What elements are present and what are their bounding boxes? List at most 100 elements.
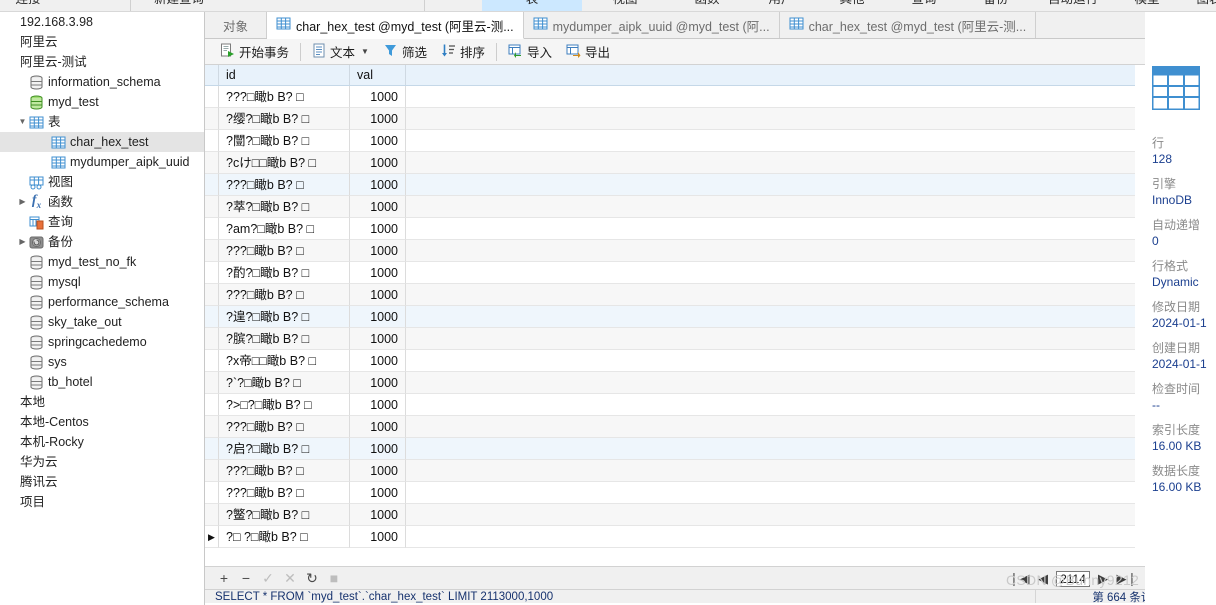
tab-3[interactable]: char_hex_test @myd_test (阿里云-测... — [779, 12, 1037, 38]
cell-val[interactable]: 1000 — [350, 460, 406, 482]
tree-item-performance_schema[interactable]: performance_schema — [0, 292, 204, 312]
tree-item-node24[interactable]: 项目 — [0, 492, 204, 512]
row-marker[interactable] — [205, 108, 219, 130]
tree-item-myd_test[interactable]: myd_test — [0, 92, 204, 112]
tree-item-node19[interactable]: 本地 — [0, 392, 204, 412]
table-row[interactable]: ???□瞰b B? □ 1000 — [205, 240, 1135, 262]
ribbon-item-7[interactable]: 查询 — [900, 0, 948, 11]
cell-id[interactable]: ???□瞰b B? □ — [219, 174, 350, 196]
table-row[interactable]: ?x帝□□瞰b B? □ 1000 — [205, 350, 1135, 372]
cell-val[interactable]: 1000 — [350, 350, 406, 372]
table-row[interactable]: ?>□?□瞰b B? □ 1000 — [205, 394, 1135, 416]
cell-id[interactable]: ?闓?□瞰b B? □ — [219, 130, 350, 152]
begin-transaction-button[interactable]: 开始事务 — [213, 41, 296, 63]
tab-2[interactable]: mydumper_aipk_uuid @myd_test (阿... — [523, 12, 780, 38]
export-button[interactable]: 导出 — [559, 41, 617, 63]
table-row[interactable]: ?am?□瞰b B? □ 1000 — [205, 218, 1135, 240]
cell-id[interactable]: ?□ ?□瞰b B? □ — [219, 526, 350, 548]
cell-id[interactable]: ???□瞰b B? □ — [219, 284, 350, 306]
ribbon-item-2[interactable]: 表 — [482, 0, 582, 11]
next-page-button[interactable]: ▶ — [1092, 569, 1114, 589]
table-row[interactable]: ?膑?□瞰b B? □ 1000 — [205, 328, 1135, 350]
tree-item-sys[interactable]: sys — [0, 352, 204, 372]
tree-item-node11[interactable]: ▶ 备份 — [0, 232, 204, 252]
cell-val[interactable]: 1000 — [350, 218, 406, 240]
row-marker[interactable] — [205, 218, 219, 240]
cell-id[interactable]: ?鳘?□瞰b B? □ — [219, 504, 350, 526]
cell-id[interactable]: ???□瞰b B? □ — [219, 416, 350, 438]
row-marker[interactable] — [205, 130, 219, 152]
cell-val[interactable]: 1000 — [350, 394, 406, 416]
cancel-edit-button[interactable]: ✕ — [279, 568, 301, 588]
stop-button[interactable]: ■ — [323, 568, 345, 588]
sort-button[interactable]: 排序 — [434, 41, 492, 63]
cell-id[interactable]: ???□瞰b B? □ — [219, 460, 350, 482]
row-marker[interactable] — [205, 482, 219, 504]
prev-page-button[interactable]: ◀ — [1032, 569, 1054, 589]
cell-val[interactable]: 1000 — [350, 526, 406, 548]
add-record-button[interactable]: + — [213, 568, 235, 588]
result-grid-body[interactable]: id val ???□瞰b B? □ 1000 ?缨?□瞰b B? □ 1000 ?闓?□瞰… — [205, 65, 1135, 548]
table-row[interactable]: ???□瞰b B? □ 1000 — [205, 482, 1135, 504]
chevron-right-icon[interactable]: ▶ — [17, 232, 28, 252]
cell-id[interactable]: ?启?□瞰b B? □ — [219, 438, 350, 460]
ribbon-item-5[interactable]: 用户 — [757, 0, 805, 11]
row-marker[interactable] — [205, 328, 219, 350]
tree-item-node22[interactable]: 华为云 — [0, 452, 204, 472]
editor-tab-strip[interactable]: 对象 char_hex_test @myd_test (阿里云-测... mydum… — [205, 12, 1216, 39]
cell-val[interactable]: 1000 — [350, 240, 406, 262]
row-marker[interactable] — [205, 152, 219, 174]
chevron-down-icon[interactable]: ▼ — [17, 112, 28, 132]
ribbon-item-9[interactable]: 自动运行 — [1035, 0, 1111, 11]
tree-item-rocky[interactable]: 本机-Rocky — [0, 432, 204, 452]
row-marker[interactable] — [205, 196, 219, 218]
tree-item-192168398[interactable]: 192.168.3.98 — [0, 12, 204, 32]
cell-id[interactable]: ?cけ□□瞰b B? □ — [219, 152, 350, 174]
tree-item-myd_test_no_fk[interactable]: myd_test_no_fk — [0, 252, 204, 272]
ribbon-item-6[interactable]: 其他 — [828, 0, 876, 11]
cell-val[interactable]: 1000 — [350, 504, 406, 526]
tab-0[interactable]: 对象 — [205, 12, 268, 38]
filter-button[interactable]: 筛选 — [376, 41, 434, 63]
tree-item-char_hex_test[interactable]: char_hex_test — [0, 132, 204, 152]
first-page-button[interactable]: ❘◀ — [1008, 569, 1030, 589]
table-row[interactable]: ???□瞰b B? □ 1000 — [205, 460, 1135, 482]
chevron-right-icon[interactable]: ▶ — [17, 192, 28, 212]
ribbon-item-1[interactable]: 新建查询 — [140, 0, 218, 11]
cell-val[interactable]: 1000 — [350, 372, 406, 394]
last-page-button[interactable]: ▶❘ — [1116, 569, 1138, 589]
cell-id[interactable]: ?膑?□瞰b B? □ — [219, 328, 350, 350]
cell-id[interactable]: ?`?□瞰b B? □ — [219, 372, 350, 394]
cell-val[interactable]: 1000 — [350, 152, 406, 174]
tree-item-node5[interactable]: ▼ 表 — [0, 112, 204, 132]
row-marker[interactable] — [205, 262, 219, 284]
table-row[interactable]: ???□瞰b B? □ 1000 — [205, 174, 1135, 196]
cell-val[interactable]: 1000 — [350, 130, 406, 152]
grid-action-toolbar[interactable]: 开始事务 文本 ▼ 筛选 排序 导入 导出 — [205, 39, 1216, 65]
row-marker[interactable] — [205, 86, 219, 108]
row-marker[interactable] — [205, 240, 219, 262]
table-row[interactable]: ?闓?□瞰b B? □ 1000 — [205, 130, 1135, 152]
cell-id[interactable]: ???□瞰b B? □ — [219, 86, 350, 108]
cell-val[interactable]: 1000 — [350, 196, 406, 218]
row-marker[interactable] — [205, 174, 219, 196]
ribbon-item-0[interactable]: 连接 — [4, 0, 52, 11]
cell-id[interactable]: ?>□?□瞰b B? □ — [219, 394, 350, 416]
row-marker[interactable] — [205, 460, 219, 482]
row-marker[interactable] — [205, 416, 219, 438]
table-row[interactable]: ?萃?□瞰b B? □ 1000 — [205, 196, 1135, 218]
cell-val[interactable]: 1000 — [350, 284, 406, 306]
grid-column-header-val[interactable]: val — [350, 65, 406, 85]
connection-tree-sidebar[interactable]: 192.168.3.98 阿里云 阿里云-测试 information_schema m… — [0, 12, 205, 605]
tree-item-sky_take_out[interactable]: sky_take_out — [0, 312, 204, 332]
cell-id[interactable]: ?x帝□□瞰b B? □ — [219, 350, 350, 372]
cell-id[interactable]: ?遑?□瞰b B? □ — [219, 306, 350, 328]
table-row[interactable]: ?鳘?□瞰b B? □ 1000 — [205, 504, 1135, 526]
tab-1[interactable]: char_hex_test @myd_test (阿里云-测... — [267, 12, 524, 39]
table-row[interactable]: ?酌?□瞰b B? □ 1000 — [205, 262, 1135, 284]
cell-id[interactable]: ???□瞰b B? □ — [219, 240, 350, 262]
tree-item-centos[interactable]: 本地-Centos — [0, 412, 204, 432]
row-marker[interactable] — [205, 394, 219, 416]
table-row[interactable]: ?启?□瞰b B? □ 1000 — [205, 438, 1135, 460]
cell-val[interactable]: 1000 — [350, 108, 406, 130]
